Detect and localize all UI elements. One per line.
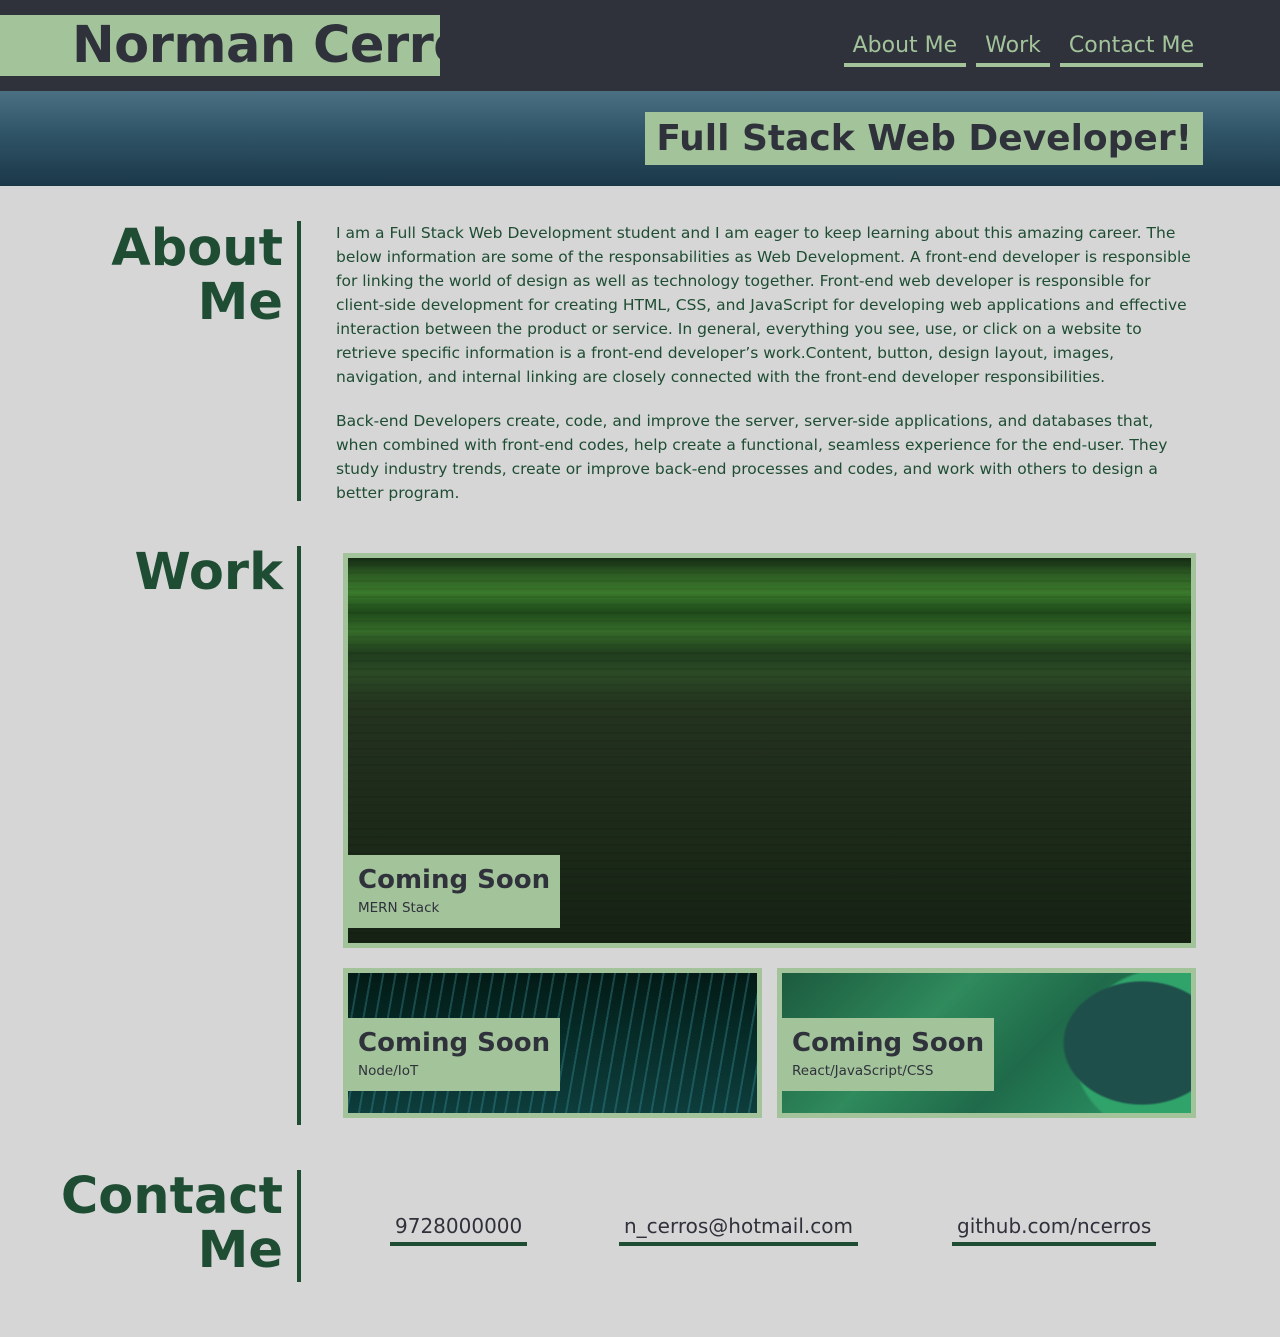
project-caption: Coming Soon MERN Stack [348, 855, 561, 928]
about-heading-line1: About [111, 219, 283, 278]
hero-banner: Full Stack Web Developer! [0, 91, 1280, 186]
project-stack: React/JavaScript/CSS [792, 1063, 934, 1079]
nav-contact-me[interactable]: Contact Me [1059, 32, 1203, 67]
project-stack: Node/IoT [358, 1063, 419, 1079]
work-section: Work Coming Soon MERN Stack Coming Soon … [0, 546, 1280, 1125]
about-paragraph-backend: Back-end Developers create, code, and im… [336, 412, 1168, 502]
project-title: Coming Soon [358, 865, 551, 895]
project-title: Coming Soon [358, 1028, 551, 1058]
contact-heading-line1: Contact [60, 1167, 283, 1226]
project-card-react[interactable]: Coming Soon React/JavaScript/CSS [777, 968, 1196, 1118]
nav-about-me[interactable]: About Me [843, 32, 967, 67]
about-heading: About Me [43, 222, 283, 330]
hero-tagline: Full Stack Web Developer! [645, 112, 1203, 165]
work-divider [297, 546, 301, 1125]
contact-heading-line2: Me [197, 1221, 283, 1280]
nav-work[interactable]: Work [976, 32, 1050, 67]
project-card-mern[interactable]: Coming Soon MERN Stack [343, 553, 1196, 948]
github-link[interactable]: github.com/ncerros [952, 1212, 1157, 1246]
contact-heading: Contact Me [43, 1170, 283, 1278]
site-header: Norman Cerros About Me Work Contact Me [0, 0, 1280, 91]
project-caption: Coming Soon React/JavaScript/CSS [782, 1018, 995, 1091]
project-stack: MERN Stack [358, 900, 440, 916]
about-section: About Me I am a Full Stack Web Developme… [0, 221, 1280, 502]
phone-link[interactable]: 9728000000 [390, 1212, 528, 1246]
email-link[interactable]: n_cerros@hotmail.com [619, 1212, 858, 1246]
about-paragraph-frontend: I am a Full Stack Web Development studen… [336, 224, 1191, 386]
project-caption: Coming Soon Node/IoT [348, 1018, 561, 1091]
main-nav: About Me Work Contact Me [834, 32, 1203, 67]
about-text: I am a Full Stack Web Development studen… [336, 221, 1198, 525]
contact-section: Contact Me 9728000000 n_cerros@hotmail.c… [0, 1170, 1280, 1282]
project-card-node-iot[interactable]: Coming Soon Node/IoT [343, 968, 762, 1118]
work-heading: Work [134, 543, 283, 602]
about-heading-line2: Me [197, 273, 283, 332]
about-divider [297, 221, 301, 501]
site-title: Norman Cerros [0, 15, 498, 76]
project-title: Coming Soon [792, 1028, 985, 1058]
contact-divider [297, 1170, 301, 1282]
